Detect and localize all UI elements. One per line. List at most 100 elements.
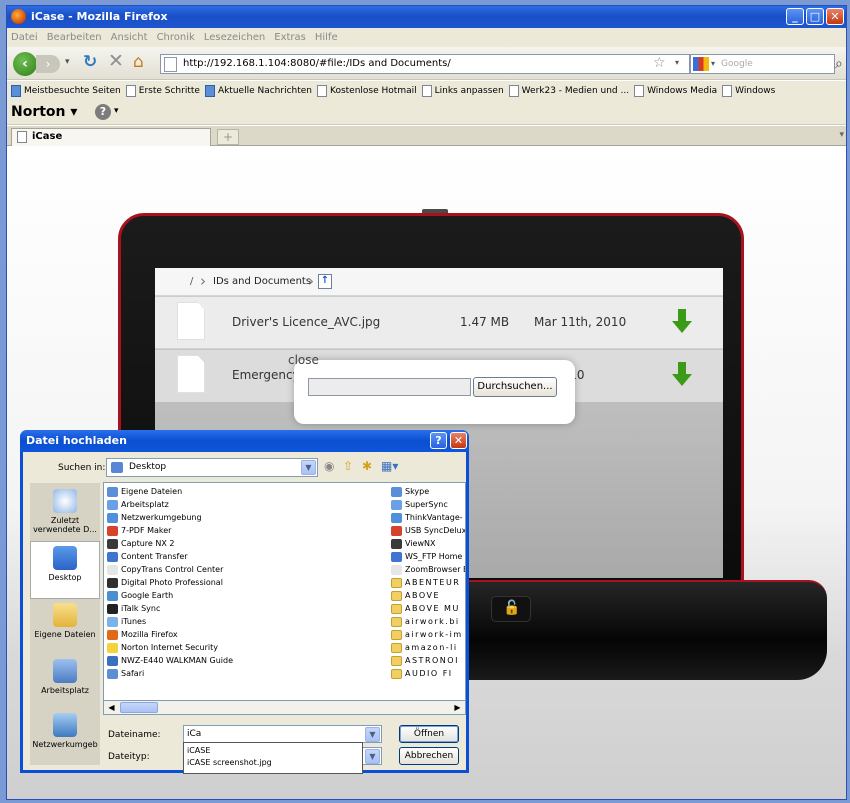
list-item[interactable]: CopyTrans Control Center — [107, 563, 233, 576]
list-item[interactable]: Capture NX 2 — [107, 537, 233, 550]
list-item[interactable]: airwork.bi — [391, 615, 465, 628]
bookmark-item[interactable]: Aktuelle Nachrichten — [204, 84, 312, 97]
menu-file[interactable]: Datei — [11, 32, 38, 43]
horizontal-scrollbar[interactable]: ◀ ▶ — [103, 700, 466, 715]
menu-edit[interactable]: Bearbeiten — [47, 32, 102, 43]
chevron-down-icon[interactable]: ▼ — [365, 727, 380, 742]
forward-button[interactable]: › — [36, 55, 60, 73]
cancel-button[interactable]: Abbrechen — [399, 747, 459, 765]
engine-dropdown-icon[interactable]: ▾ — [711, 59, 715, 68]
scroll-thumb[interactable] — [120, 702, 158, 713]
list-item[interactable]: Safari — [107, 667, 233, 680]
search-icon[interactable]: ⌕ — [835, 56, 843, 72]
history-dropdown-icon[interactable]: ▾ — [65, 57, 70, 67]
minimize-button[interactable]: _ — [786, 8, 804, 25]
lookin-select[interactable]: Desktop ▼ — [106, 458, 318, 477]
place-recent[interactable]: Zuletzt verwendete D... — [30, 485, 100, 543]
close-dialog-button[interactable]: ✕ — [450, 432, 467, 449]
tab-icase[interactable]: iCase — [11, 128, 211, 146]
reload-icon[interactable]: ↻ — [83, 52, 97, 72]
place-computer[interactable]: Arbeitsplatz — [30, 655, 100, 713]
list-item[interactable]: AUDIO FI — [391, 667, 465, 680]
maximize-button[interactable]: □ — [806, 8, 824, 25]
bookmark-item[interactable]: Werk23 - Medien und ... — [508, 84, 629, 97]
home-icon[interactable]: ⌂ — [133, 52, 144, 72]
list-item[interactable]: Norton Internet Security — [107, 641, 233, 654]
bookmark-item[interactable]: Windows — [722, 84, 775, 97]
scroll-right-icon[interactable]: ▶ — [451, 702, 464, 713]
stop-icon[interactable]: ✕ — [108, 50, 124, 72]
upload-icon[interactable]: ↑ — [318, 274, 332, 289]
list-item[interactable]: Eigene Dateien — [107, 485, 233, 498]
bookmark-item[interactable]: Links anpassen — [421, 84, 504, 97]
chevron-down-icon[interactable]: ▼ — [301, 460, 316, 475]
list-item[interactable]: ABOVE MU — [391, 602, 465, 615]
bookmark-star-icon[interactable]: ☆ — [653, 55, 666, 71]
back-icon[interactable]: ◉ — [324, 459, 334, 473]
list-item[interactable]: Skype — [391, 485, 465, 498]
close-window-button[interactable]: ✕ — [826, 8, 844, 25]
help-icon[interactable]: ? — [95, 104, 111, 120]
list-item[interactable]: ViewNX — [391, 537, 465, 550]
list-item[interactable]: ASTRONOI — [391, 654, 465, 667]
place-desktop[interactable]: Desktop — [30, 541, 100, 599]
unlock-icon[interactable]: 🔓 — [503, 600, 520, 616]
bookmark-item[interactable]: Kostenlose Hotmail — [317, 84, 417, 97]
tab-list-icon[interactable]: ▾ — [839, 130, 844, 140]
menu-bookmarks[interactable]: Lesezeichen — [204, 32, 265, 43]
list-item[interactable]: 7-PDF Maker — [107, 524, 233, 537]
breadcrumb-root[interactable]: / — [190, 276, 193, 287]
up-folder-icon[interactable]: ⇧ — [343, 459, 353, 473]
autocomplete-item[interactable]: iCASE — [187, 745, 359, 757]
menu-help[interactable]: Hilfe — [315, 32, 338, 43]
help-dropdown-icon[interactable]: ▾ — [114, 106, 119, 116]
list-item[interactable]: ZoomBrowser E — [391, 563, 465, 576]
list-item[interactable]: ABOVE — [391, 589, 465, 602]
new-folder-icon[interactable]: ✱ — [362, 459, 372, 473]
google-engine-icon[interactable] — [693, 57, 709, 71]
list-item[interactable]: Google Earth — [107, 589, 233, 602]
download-arrow-icon[interactable] — [672, 362, 692, 388]
list-item[interactable]: Content Transfer — [107, 550, 233, 563]
browse-button[interactable]: Durchsuchen... — [473, 377, 557, 397]
list-item[interactable]: ABENTEUR — [391, 576, 465, 589]
autocomplete-item[interactable]: iCASE screenshot.jpg — [187, 757, 359, 769]
list-item[interactable]: USB SyncDelux — [391, 524, 465, 537]
back-button[interactable]: ‹ — [13, 52, 37, 76]
upload-file-input[interactable] — [308, 378, 471, 396]
open-button[interactable]: Öffnen — [399, 725, 459, 743]
list-item[interactable]: Arbeitsplatz — [107, 498, 233, 511]
menu-view[interactable]: Ansicht — [111, 32, 148, 43]
bookmark-item[interactable]: Meistbesuchte Seiten — [11, 84, 121, 97]
address-bar[interactable]: http://192.168.1.104:8080/#file:/IDs and… — [160, 54, 690, 74]
list-item[interactable]: iTalk Sync — [107, 602, 233, 615]
file-row[interactable]: Driver's Licence_AVC.jpg 1.47 MB Mar 11t… — [155, 297, 723, 349]
view-menu-icon[interactable]: ▦▾ — [381, 459, 398, 473]
breadcrumb-folder[interactable]: IDs and Documents — [213, 276, 311, 287]
list-item[interactable]: ThinkVantage- — [391, 511, 465, 524]
scroll-left-icon[interactable]: ◀ — [105, 702, 118, 713]
list-item[interactable]: NWZ-E440 WALKMAN Guide — [107, 654, 233, 667]
url-dropdown-icon[interactable]: ▾ — [675, 58, 679, 67]
list-item[interactable]: airwork-im — [391, 628, 465, 641]
filename-input[interactable]: iCa ▼ — [183, 725, 382, 743]
new-tab-button[interactable]: + — [217, 129, 239, 145]
bookmark-item[interactable]: Windows Media — [634, 84, 717, 97]
help-button[interactable]: ? — [430, 432, 447, 449]
place-documents[interactable]: Eigene Dateien — [30, 599, 100, 657]
menu-tools[interactable]: Extras — [274, 32, 306, 43]
list-item[interactable]: Netzwerkumgebung — [107, 511, 233, 524]
list-item[interactable]: WS_FTP Home — [391, 550, 465, 563]
menu-history[interactable]: Chronik — [157, 32, 195, 43]
list-item[interactable]: Mozilla Firefox — [107, 628, 233, 641]
list-item[interactable]: SuperSync — [391, 498, 465, 511]
norton-logo[interactable]: Norton ▾ — [11, 104, 77, 120]
download-arrow-icon[interactable] — [672, 309, 692, 335]
bookmark-item[interactable]: Erste Schritte — [125, 84, 200, 97]
place-network[interactable]: Netzwerkumgeb — [30, 709, 100, 767]
list-item[interactable]: amazon-li — [391, 641, 465, 654]
list-item[interactable]: iTunes — [107, 615, 233, 628]
search-box[interactable]: ▾ Google — [690, 54, 835, 74]
list-item[interactable]: Digital Photo Professional — [107, 576, 233, 589]
chevron-down-icon[interactable]: ▼ — [365, 749, 380, 764]
